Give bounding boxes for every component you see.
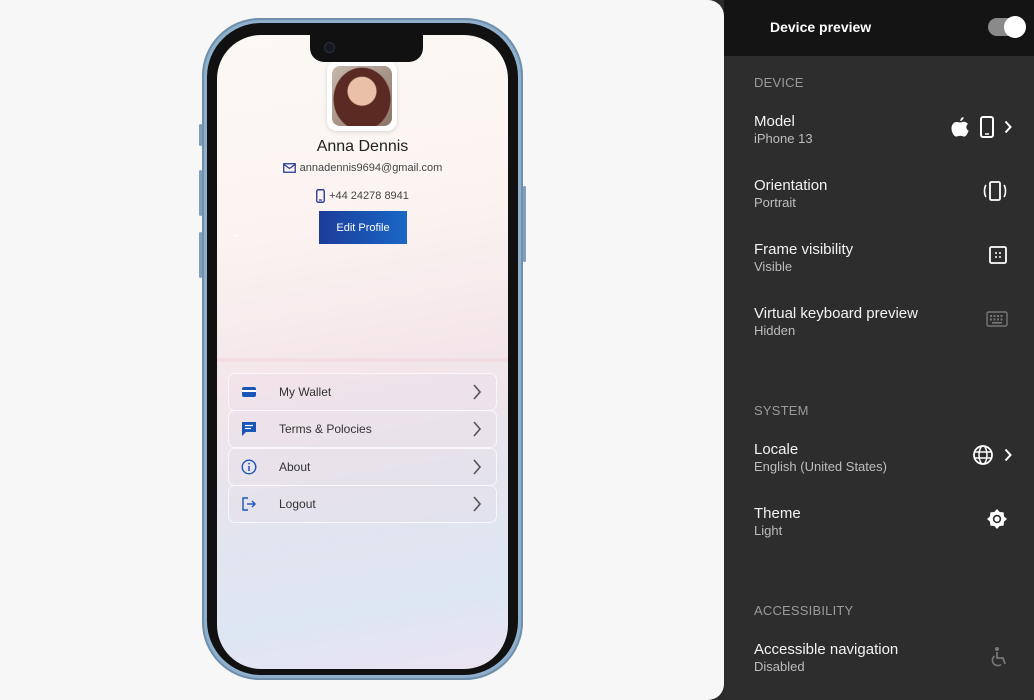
menu-item-label: My Wallet [279,385,332,399]
toggle-knob [1004,16,1026,38]
menu-item-label: About [279,460,311,474]
screen-rotation-icon [983,181,1007,201]
chat-icon [242,422,256,436]
setting-title: Orientation [754,177,828,194]
chevron-right-icon [473,459,482,475]
accessible-icon [991,647,1006,667]
chevron-right-icon [473,496,482,512]
phone-device-icon [980,116,994,138]
setting-model[interactable]: Model iPhone 13 [754,113,1024,153]
device-canvas: ← Anna Dennis annadennis9694@gmail.com +… [0,0,724,700]
setting-value: Light [754,523,783,538]
mail-icon [282,163,296,173]
avatar-frame [327,61,397,131]
section-device: DEVICE [754,75,804,90]
brightness-icon [987,509,1007,529]
setting-virtual-keyboard[interactable]: Virtual keyboard preview Hidden [754,305,1024,345]
device-preview-toggle[interactable] [988,16,1026,38]
back-arrow-icon[interactable]: ← [231,225,245,241]
menu-divider [217,358,508,362]
setting-title: Locale [754,441,799,458]
keyboard-icon [986,311,1008,327]
logout-icon [242,497,256,511]
device-preview-panel: Device preview DEVICE Model iPhone 13 Or… [724,0,1034,700]
setting-orientation[interactable]: Orientation Portrait [754,177,1024,217]
volume-up-button [199,170,202,216]
menu-item-about[interactable]: About [228,448,497,486]
menu-item-terms[interactable]: Terms & Polocies [228,410,497,448]
power-button [523,186,526,262]
setting-value: Visible [754,259,793,274]
setting-title: Accessible navigation [754,641,899,658]
edit-profile-button[interactable]: Edit Profile [319,211,407,244]
setting-title: Theme [754,505,801,522]
setting-title: Virtual keyboard preview [754,305,918,322]
section-accessibility: ACCESSIBILITY [754,603,854,618]
setting-frame-visibility[interactable]: Frame visibility Visible [754,241,1024,281]
phone-frame: ← Anna Dennis annadennis9694@gmail.com +… [199,18,526,680]
mute-switch [199,124,202,146]
email-row: annadennis9694@gmail.com [217,162,508,174]
chevron-right-icon [1004,448,1012,462]
camera-icon [324,42,335,53]
section-system: SYSTEM [754,403,809,418]
volume-down-button [199,232,202,278]
keyboard-icons [986,307,1008,331]
theme-icons [986,507,1008,531]
setting-title: Model [754,113,795,130]
setting-theme[interactable]: Theme Light [754,505,1024,545]
menu-item-logout[interactable]: Logout [228,485,497,523]
chevron-right-icon [1004,120,1012,134]
avatar [332,66,392,126]
panel-title: Device preview [770,19,872,35]
accessibility-icons [990,645,1008,669]
setting-accessible-navigation[interactable]: Accessible navigation Disabled [754,641,1024,681]
setting-value: Disabled [754,659,805,674]
info-icon [241,459,257,475]
phone-bezel: ← Anna Dennis annadennis9694@gmail.com +… [207,23,518,675]
frame-icon [989,246,1007,264]
profile-email: annadennis9694@gmail.com [299,162,443,174]
model-icons [950,115,1012,139]
chevron-right-icon [473,384,482,400]
setting-title: Frame visibility [754,241,854,258]
menu-item-wallet[interactable]: My Wallet [228,373,497,411]
setting-value: English (United States) [754,459,887,474]
setting-value: iPhone 13 [754,131,813,146]
phone-screen: ← Anna Dennis annadennis9694@gmail.com +… [217,35,508,669]
orientation-icons [982,179,1008,203]
locale-icons [972,443,1012,467]
chevron-right-icon [473,421,482,437]
setting-value: Portrait [754,195,796,210]
smartphone-icon [316,189,326,203]
wallet-icon [242,387,256,397]
menu-item-label: Logout [279,497,316,511]
setting-locale[interactable]: Locale English (United States) [754,441,1024,481]
profile-phone: +44 24278 8941 [329,189,409,202]
globe-icon [973,445,993,465]
apple-icon [951,117,969,137]
panel-header: Device preview [724,0,1034,56]
frame-icons [988,243,1008,267]
phone-row: +44 24278 8941 [217,189,508,203]
menu-item-label: Terms & Polocies [279,422,372,436]
setting-value: Hidden [754,323,796,338]
phone-notch [310,35,423,62]
profile-name: Anna Dennis [316,138,409,155]
